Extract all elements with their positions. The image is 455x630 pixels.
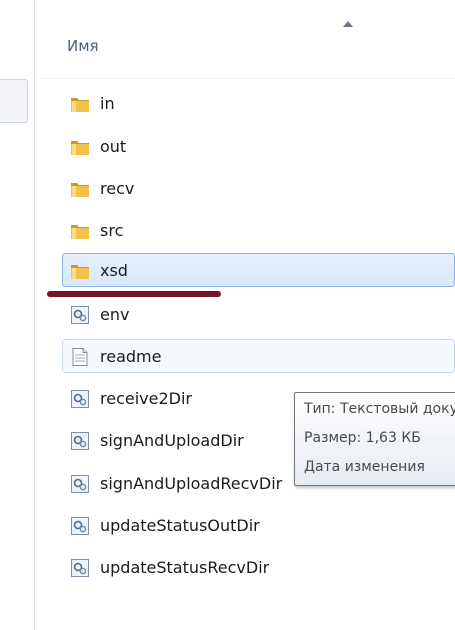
file-name: readme: [100, 347, 162, 366]
file-name: env: [100, 305, 130, 324]
sort-ascending-icon: [343, 21, 353, 27]
script-file-icon: [71, 517, 89, 535]
file-name: src: [100, 221, 124, 240]
file-row-in[interactable]: in: [62, 86, 455, 120]
file-name: signAndUploadRecvDir: [100, 474, 283, 493]
file-name: out: [100, 137, 127, 156]
file-row-updatestatusoutdir[interactable]: updateStatusOutDir: [62, 508, 455, 542]
file-row-env[interactable]: env: [62, 297, 455, 331]
tooltip-date: Дата изменения: [304, 459, 425, 475]
script-file-icon: [71, 390, 89, 408]
file-row-updatestatusrecvdir[interactable]: updateStatusRecvDir: [62, 550, 455, 584]
folder-icon: [71, 225, 89, 239]
file-name: in: [100, 94, 115, 113]
script-file-icon: [71, 306, 89, 324]
navigation-pane: [0, 0, 34, 630]
file-row-recv[interactable]: recv: [62, 171, 455, 205]
file-row-readme[interactable]: readme: [62, 339, 455, 373]
text-file-icon: [72, 348, 88, 366]
file-info-tooltip: Тип: Текстовый документ Размер: 1,63 КБ …: [294, 392, 455, 486]
file-name: signAndUploadDir: [100, 431, 244, 450]
file-row-src[interactable]: src: [62, 213, 455, 247]
file-row-out[interactable]: out: [62, 129, 455, 163]
annotation-underline: [47, 291, 221, 297]
navigation-pane-item[interactable]: [0, 79, 28, 123]
folder-icon: [71, 98, 89, 112]
file-name: receive2Dir: [100, 389, 192, 408]
script-file-icon: [71, 432, 89, 450]
file-name: updateStatusOutDir: [100, 516, 260, 535]
pane-divider[interactable]: [34, 0, 35, 630]
file-name: recv: [100, 179, 135, 198]
folder-icon: [71, 265, 89, 279]
folder-icon: [71, 183, 89, 197]
script-file-icon: [71, 559, 89, 577]
tooltip-size: Размер: 1,63 КБ: [304, 430, 421, 446]
column-header-name[interactable]: Имя: [67, 37, 99, 55]
file-row-xsd[interactable]: xsd: [62, 253, 455, 287]
tooltip-type: Тип: Текстовый документ: [304, 401, 455, 417]
folder-icon: [71, 141, 89, 155]
file-name: updateStatusRecvDir: [100, 558, 270, 577]
header-separator: [35, 78, 455, 79]
file-name: xsd: [100, 261, 128, 280]
script-file-icon: [71, 475, 89, 493]
